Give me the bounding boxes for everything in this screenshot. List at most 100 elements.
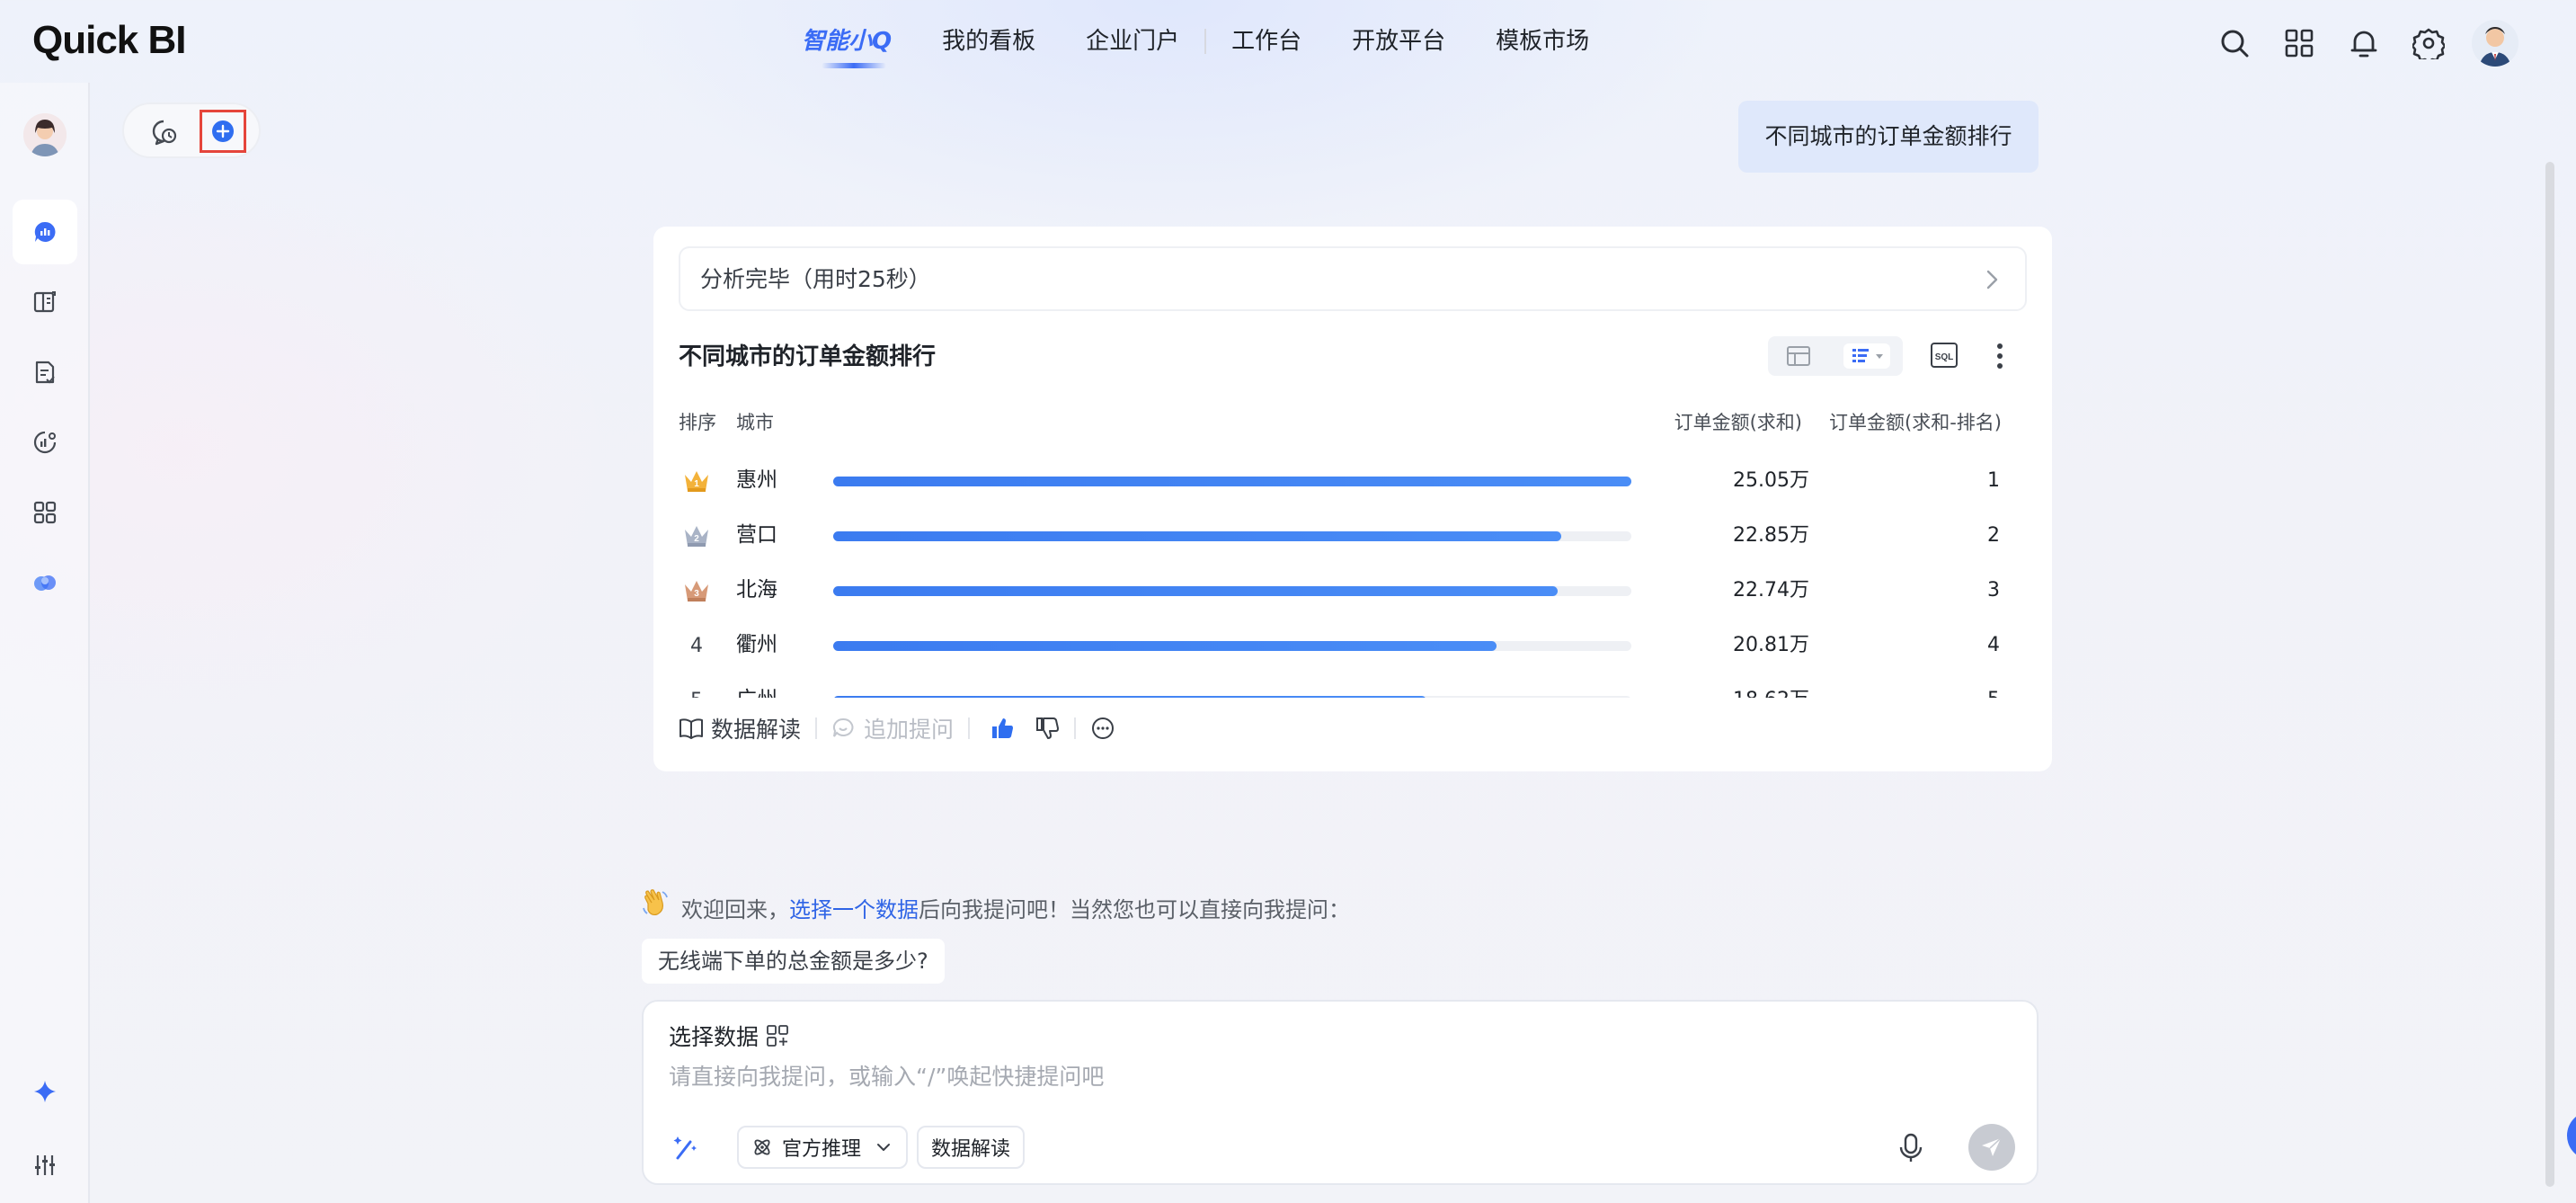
top-header: Quick BI 智能小Q 我的看板 企业门户 工作台 开放平台 模板市场 (0, 0, 2576, 83)
result-title: 不同城市的订单金额排行 (679, 343, 937, 370)
assistant-avatar[interactable] (23, 113, 67, 156)
table-view-icon[interactable] (1786, 345, 1811, 367)
bar-track (833, 531, 1631, 541)
sidebar-item-analysis[interactable] (13, 410, 77, 475)
ranking-row[interactable]: 2 营口 22.85万 2 (679, 508, 2027, 563)
bar-fill (833, 531, 1561, 541)
ranking-row[interactable]: 4 衢州 20.81万 4 (679, 618, 2027, 673)
waving-hand-icon (640, 888, 671, 926)
bell-icon[interactable] (2342, 22, 2385, 65)
nav-item-my-dashboards[interactable]: 我的看板 (942, 23, 1035, 59)
sidebar-item-chat[interactable] (13, 200, 77, 264)
nav-item-portal[interactable]: 企业门户 (1086, 23, 1179, 59)
question-input[interactable]: 请直接向我提问，或输入“/”唤起快捷提问吧 (669, 1059, 1104, 1092)
suggested-question[interactable]: 无线端下单的总金额是多少? (642, 939, 945, 984)
ranking-row[interactable]: 5 广州 18.62万 5 (679, 673, 2027, 698)
city-name: 衢州 (736, 633, 777, 656)
sidebar-item-report[interactable] (13, 340, 77, 405)
gear-icon[interactable] (2407, 22, 2450, 65)
user-avatar[interactable] (2472, 20, 2518, 67)
ranking-row[interactable]: 3 北海 22.74万 3 (679, 563, 2027, 618)
result-card-footer: 数据解读 追加提问 (679, 710, 1115, 746)
page-scrollbar[interactable] (2545, 162, 2554, 1187)
ranking-row[interactable]: 1 惠州 25.05万 1 (679, 453, 2027, 508)
select-data-link[interactable]: 选择一个数据 (789, 892, 919, 923)
spheres-icon (34, 575, 56, 591)
header-actions (2191, 20, 2518, 67)
result-card: 分析完毕（用时25秒） 不同城市的订单金额排行 SQL 排序 城市 订单金额(求… (653, 227, 2052, 771)
left-sidebar (0, 83, 90, 1203)
select-data-button[interactable]: 选择数据 (669, 1020, 789, 1052)
column-header-city: 城市 (736, 412, 774, 433)
thumbs-up-button[interactable] (990, 716, 1015, 741)
more-horizontal-circle-icon (1092, 717, 1115, 739)
followup-button[interactable]: 追加提问 (831, 712, 954, 744)
column-header-amount[interactable]: 订单金额(求和) (1674, 408, 1802, 435)
rank-number: 4 (690, 634, 703, 657)
amount-rank: 5 (1987, 673, 2000, 698)
sidebar-item-book[interactable] (13, 270, 77, 334)
reasoning-mode-dropdown[interactable]: 官方推理 (737, 1126, 909, 1169)
nav-item-template-market[interactable]: 模板市场 (1496, 23, 1589, 59)
sidebar-item-spheres[interactable] (13, 550, 77, 615)
footer-divider (815, 717, 818, 739)
amount-rank: 3 (1987, 579, 2000, 602)
sidebar-item-settings[interactable] (13, 1133, 77, 1198)
sidebar-item-apps[interactable] (13, 480, 77, 545)
city-name: 广州 (736, 673, 777, 698)
magic-wand-icon[interactable] (671, 1133, 699, 1162)
search-icon[interactable] (2213, 22, 2256, 65)
nav-divider (1204, 29, 1207, 54)
nav-item-workbench[interactable]: 工作台 (1231, 23, 1301, 59)
more-vertical-icon[interactable] (1991, 340, 2009, 372)
floating-assistant-button[interactable] (2567, 1111, 2576, 1160)
svg-text:1: 1 (694, 479, 699, 489)
footer-divider (968, 717, 971, 739)
more-options-button[interactable] (1090, 716, 1115, 741)
user-question-bubble: 不同城市的订单金额排行 (1738, 101, 2039, 173)
footer-divider (1074, 717, 1077, 739)
chevron-down-icon (877, 1144, 891, 1151)
microphone-icon[interactable] (1893, 1129, 1929, 1165)
app-logo[interactable]: Quick BI (32, 18, 186, 63)
rank-crown-silver-icon: 2 (679, 521, 715, 551)
nav-active-underline (822, 63, 886, 68)
order-amount: 25.05万 (1733, 469, 1809, 492)
history-button[interactable] (149, 117, 180, 147)
chat-icon (34, 221, 56, 242)
bar-track (833, 696, 1631, 698)
sql-icon[interactable]: SQL (1930, 342, 1959, 369)
thumbs-down-icon (1036, 717, 1060, 739)
thumbs-down-button[interactable] (1035, 716, 1060, 741)
chevron-right-icon (1986, 270, 1998, 290)
interpret-chip[interactable]: 数据解读 (917, 1126, 1026, 1169)
order-amount: 20.81万 (1733, 634, 1809, 656)
grid-apps-icon[interactable] (2278, 22, 2321, 65)
column-header-rank: 排序 (679, 412, 716, 433)
analysis-icon (33, 431, 57, 454)
rank-number: 5 (679, 685, 715, 699)
ranking-list[interactable]: 1 惠州 25.05万 1 2 营口 22.85万 2 3 北海 22.74万 … (679, 453, 2027, 698)
nav-item-smart-q[interactable]: 智能小Q (802, 23, 892, 68)
analysis-status-bar[interactable]: 分析完毕（用时25秒） (679, 246, 2027, 311)
plus-circle-icon (212, 120, 234, 142)
sliders-icon (35, 1155, 55, 1175)
bar-fill (833, 477, 1631, 486)
interpret-button[interactable]: 数据解读 (679, 712, 801, 744)
rank-list-icon (1852, 349, 1883, 362)
welcome-message: 欢迎回来， 选择一个数据 后向我提问吧！当然您也可以直接向我提问： (640, 888, 1350, 926)
order-amount: 22.85万 (1733, 524, 1809, 547)
question-input-box: 选择数据 请直接向我提问，或输入“/”唤起快捷提问吧 官方推理 数据解读 (642, 1000, 2039, 1185)
document-icon (35, 361, 55, 384)
rank-view-button[interactable] (1843, 343, 1890, 369)
scrollbar-thumb[interactable] (2545, 162, 2554, 1187)
send-button[interactable] (1968, 1124, 2015, 1171)
new-chat-button[interactable] (200, 110, 246, 153)
sidebar-item-sparkle[interactable] (13, 1059, 77, 1124)
bar-track (833, 641, 1631, 651)
nav-item-open-platform[interactable]: 开放平台 (1352, 23, 1445, 59)
column-header-amount-rank[interactable]: 订单金额(求和-排名) (1829, 408, 2002, 435)
open-book-icon (680, 718, 703, 739)
view-toggle (1768, 336, 1903, 376)
bar-fill (833, 696, 1426, 698)
